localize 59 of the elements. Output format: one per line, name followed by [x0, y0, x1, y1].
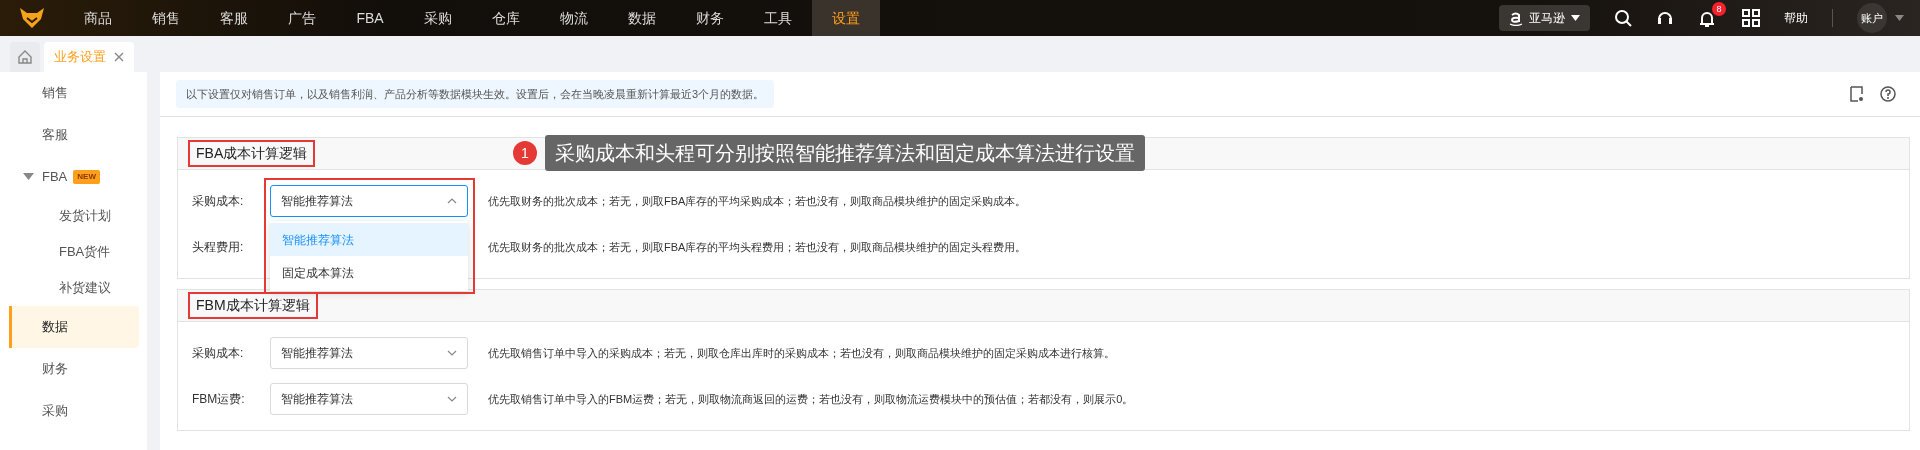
fox-logo-icon — [19, 7, 45, 29]
field-label: FBM运费: — [192, 391, 246, 408]
nav-menu-item[interactable]: 设置 — [812, 0, 880, 36]
sidebar-item[interactable]: 发货计划 — [9, 198, 139, 234]
sidebar-item[interactable]: 销售 — [9, 72, 139, 114]
chevron-down-icon — [447, 396, 457, 402]
nav-menu-item[interactable]: 广告 — [268, 0, 336, 36]
nav-menu-item[interactable]: 销售 — [132, 0, 200, 36]
chevron-up-icon — [447, 198, 457, 204]
new-badge: NEW — [73, 170, 100, 184]
nav-menu-item[interactable]: 仓库 — [472, 0, 540, 36]
search-icon[interactable] — [1614, 9, 1632, 27]
nav-menu-item[interactable]: 客服 — [200, 0, 268, 36]
dropdown-option[interactable]: 固定成本算法 — [270, 256, 468, 289]
sidebar-item[interactable]: 补货建议 — [9, 270, 139, 306]
home-icon — [18, 50, 32, 64]
amazon-icon — [1509, 10, 1523, 26]
field-description: 优先取财务的批次成本；若无，则取FBA库存的平均采购成本；若也没有，则取商品模块维护的固定采购成本。 — [488, 193, 1027, 209]
field-description: 优先取销售订单中导入的FBM运费；若无，则取物流商返回的运费；若也没有，则取物流运费模块中的预估值；若都没有，则展示0。 — [488, 391, 1134, 407]
field-description: 优先取销售订单中导入的采购成本；若无，则取仓库出库时的采购成本；若也没有，则取商品模块维护的固定采购成本进行核算。 — [488, 345, 1115, 361]
home-tab[interactable] — [10, 42, 40, 72]
document-help-icon[interactable] — [1850, 86, 1864, 102]
nav-menu-item[interactable]: FBA — [336, 0, 404, 36]
annotation-tooltip: 采购成本和头程可分别按照智能推荐算法和固定成本算法进行设置 — [545, 135, 1145, 171]
field-label: 头程费用: — [192, 239, 245, 256]
help-icon[interactable] — [1880, 86, 1896, 102]
algorithm-select[interactable]: 智能推荐算法 — [270, 337, 468, 369]
section-title: FBA成本计算逻辑 — [188, 140, 316, 167]
sidebar-item[interactable]: 财务 — [9, 348, 139, 390]
field-label: 采购成本: — [192, 345, 245, 362]
nav-menu-item[interactable]: 商品 — [64, 0, 132, 36]
sidebar-item[interactable]: FBA货件 — [9, 234, 139, 270]
notification-count-badge: 8 — [1712, 2, 1726, 16]
nav-menu-item[interactable]: 物流 — [540, 0, 608, 36]
sidebar-item[interactable]: FBA NEW — [9, 156, 139, 198]
section-title: FBM成本计算逻辑 — [188, 292, 318, 319]
nav-menu-item[interactable]: 工具 — [744, 0, 812, 36]
apps-grid-icon[interactable] — [1742, 9, 1760, 27]
help-link[interactable]: 帮助 — [1784, 9, 1808, 27]
sidebar-item[interactable]: 数据 — [9, 306, 139, 348]
algorithm-select[interactable]: 智能推荐算法 — [270, 383, 468, 415]
field-label: 采购成本: — [192, 193, 245, 210]
sidebar-item[interactable]: 客服 — [9, 114, 139, 156]
chevron-down-icon — [447, 350, 457, 356]
close-icon[interactable] — [114, 52, 124, 62]
nav-menu-item[interactable]: 数据 — [608, 0, 676, 36]
nav-menu-item[interactable]: 采购 — [404, 0, 472, 36]
account-avatar[interactable]: 账户 — [1857, 3, 1887, 33]
nav-menu-item[interactable]: 财务 — [676, 0, 744, 36]
info-notice: 以下设置仅对销售订单，以及销售利润、产品分析等数据模块生效。设置后，会在当晚凌晨重新计算最近3个月的数据。 — [176, 79, 775, 109]
caret-down-icon — [1571, 15, 1580, 21]
field-description: 优先取财务的批次成本；若无，则取FBA库存的平均头程费用；若也没有，则取商品模块维护的固定头程费用。 — [488, 239, 1027, 255]
sidebar-item[interactable]: 采购 — [9, 390, 139, 432]
caret-down-icon — [1895, 15, 1904, 21]
bell-icon[interactable] — [1698, 9, 1716, 28]
step-number-marker: 1 — [513, 141, 537, 165]
headset-icon[interactable] — [1656, 9, 1674, 27]
marketplace-select[interactable]: 亚马逊 — [1499, 5, 1590, 31]
algorithm-select[interactable]: 智能推荐算法 — [270, 185, 468, 217]
